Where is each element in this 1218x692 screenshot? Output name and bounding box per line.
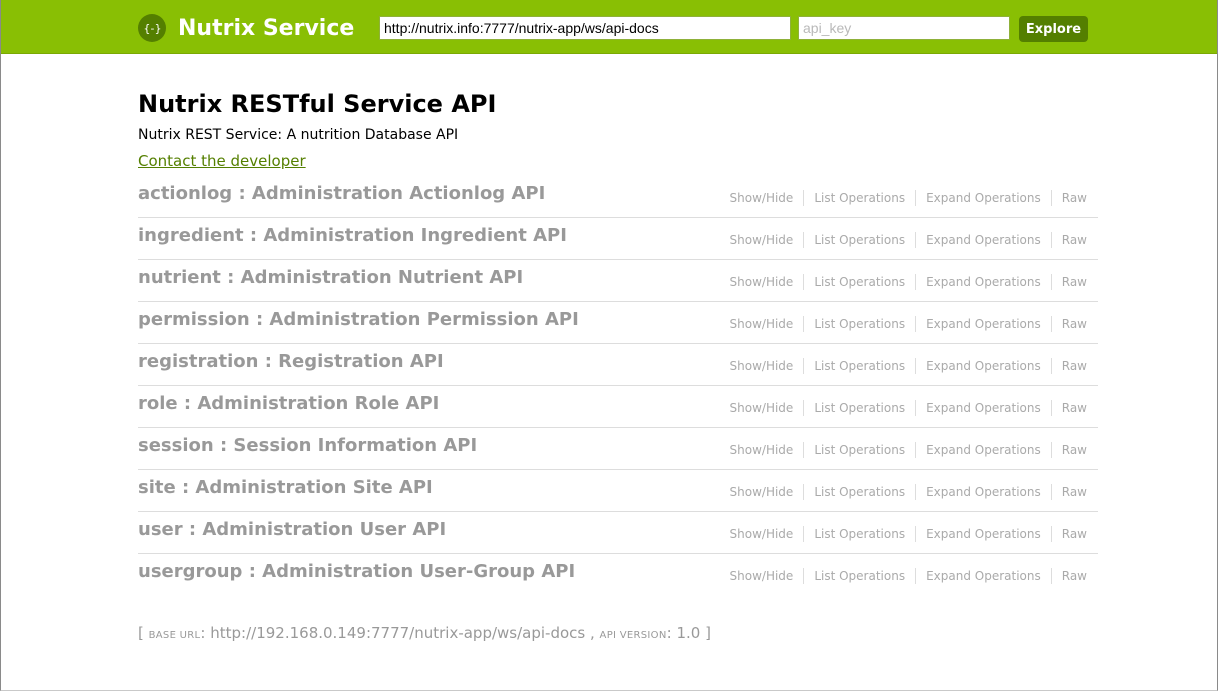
footer-open-bracket: [: [138, 624, 149, 642]
contact-developer-link[interactable]: Contact the developer: [138, 152, 306, 170]
logo-link[interactable]: {-} Nutrix Service: [138, 14, 354, 42]
footer-comma: ,: [585, 624, 600, 642]
api-title: Nutrix RESTful Service API: [138, 90, 497, 118]
base-url-separator: :: [200, 624, 211, 642]
show-hide-link[interactable]: Show/Hide: [720, 274, 805, 290]
expand-operations-link[interactable]: Expand Operations: [916, 232, 1052, 248]
show-hide-link[interactable]: Show/Hide: [720, 316, 805, 332]
resource-name-link[interactable]: registration : Registration API: [138, 351, 444, 372]
footer-info: [ base url: http://192.168.0.149:7777/nu…: [138, 624, 711, 642]
resource-name-link[interactable]: session : Session Information API: [138, 435, 477, 456]
footer-close-bracket: ]: [700, 624, 711, 642]
resource-row: actionlog : Administration Actionlog API…: [138, 176, 1098, 218]
resource-name-link[interactable]: nutrient : Administration Nutrient API: [138, 267, 523, 288]
show-hide-link[interactable]: Show/Hide: [720, 568, 805, 584]
resource-name-link[interactable]: permission : Administration Permission A…: [138, 309, 579, 330]
resource-operations: Show/Hide List Operations Expand Operation…: [720, 358, 1098, 374]
resource-row: permission : Administration Permission A…: [138, 302, 1098, 344]
browser-viewport: {-} Nutrix Service Explore Nutrix RESTfu…: [0, 0, 1218, 691]
list-operations-link[interactable]: List Operations: [804, 442, 917, 458]
resource-operations: Show/Hide List Operations Expand Operation…: [720, 442, 1098, 458]
expand-operations-link[interactable]: Expand Operations: [916, 316, 1052, 332]
explore-button[interactable]: Explore: [1019, 16, 1088, 42]
resource-name-link[interactable]: site : Administration Site API: [138, 477, 433, 498]
api-version-separator: :: [666, 624, 677, 642]
expand-operations-link[interactable]: Expand Operations: [916, 400, 1052, 416]
resource-operations: Show/Hide List Operations Expand Operation…: [720, 484, 1098, 500]
show-hide-link[interactable]: Show/Hide: [720, 484, 805, 500]
raw-link[interactable]: Raw: [1052, 568, 1098, 584]
resource-operations: Show/Hide List Operations Expand Operation…: [720, 190, 1098, 206]
resource-row: session : Session Information API Show/Hi…: [138, 428, 1098, 470]
raw-link[interactable]: Raw: [1052, 358, 1098, 374]
raw-link[interactable]: Raw: [1052, 484, 1098, 500]
header-bar: {-} Nutrix Service Explore: [1, 0, 1217, 54]
show-hide-link[interactable]: Show/Hide: [720, 232, 805, 248]
resource-name-link[interactable]: usergroup : Administration User-Group AP…: [138, 561, 575, 582]
expand-operations-link[interactable]: Expand Operations: [916, 442, 1052, 458]
resource-operations: Show/Hide List Operations Expand Operation…: [720, 400, 1098, 416]
resource-operations: Show/Hide List Operations Expand Operation…: [720, 526, 1098, 542]
list-operations-link[interactable]: List Operations: [804, 316, 917, 332]
show-hide-link[interactable]: Show/Hide: [720, 190, 805, 206]
logo-title: Nutrix Service: [178, 15, 355, 41]
resource-row: role : Administration Role API Show/Hide L…: [138, 386, 1098, 428]
list-operations-link[interactable]: List Operations: [804, 358, 917, 374]
list-operations-link[interactable]: List Operations: [804, 400, 917, 416]
resource-name-link[interactable]: ingredient : Administration Ingredient A…: [138, 225, 567, 246]
api-url-input[interactable]: [379, 16, 791, 40]
show-hide-link[interactable]: Show/Hide: [720, 358, 805, 374]
resource-operations: Show/Hide List Operations Expand Operation…: [720, 274, 1098, 290]
api-key-input[interactable]: [798, 16, 1010, 40]
resource-row: ingredient : Administration Ingredient A…: [138, 218, 1098, 260]
expand-operations-link[interactable]: Expand Operations: [916, 274, 1052, 290]
base-url-value: http://192.168.0.149:7777/nutrix-app/ws/…: [210, 624, 586, 642]
resource-row: nutrient : Administration Nutrient API Sh…: [138, 260, 1098, 302]
list-operations-link[interactable]: List Operations: [804, 484, 917, 500]
resource-name-link[interactable]: role : Administration Role API: [138, 393, 439, 414]
resource-row: registration : Registration API Show/Hide…: [138, 344, 1098, 386]
resource-row: user : Administration User API Show/Hide L…: [138, 512, 1098, 554]
expand-operations-link[interactable]: Expand Operations: [916, 190, 1052, 206]
show-hide-link[interactable]: Show/Hide: [720, 442, 805, 458]
resource-operations: Show/Hide List Operations Expand Operation…: [720, 568, 1098, 584]
list-operations-link[interactable]: List Operations: [804, 190, 917, 206]
list-operations-link[interactable]: List Operations: [804, 526, 917, 542]
show-hide-link[interactable]: Show/Hide: [720, 400, 805, 416]
list-operations-link[interactable]: List Operations: [804, 568, 917, 584]
list-operations-link[interactable]: List Operations: [804, 274, 917, 290]
resource-operations: Show/Hide List Operations Expand Operation…: [720, 232, 1098, 248]
raw-link[interactable]: Raw: [1052, 316, 1098, 332]
raw-link[interactable]: Raw: [1052, 274, 1098, 290]
raw-link[interactable]: Raw: [1052, 526, 1098, 542]
list-operations-link[interactable]: List Operations: [804, 232, 917, 248]
resource-name-link[interactable]: actionlog : Administration Actionlog API: [138, 183, 545, 204]
expand-operations-link[interactable]: Expand Operations: [916, 358, 1052, 374]
resource-row: site : Administration Site API Show/Hide L…: [138, 470, 1098, 512]
expand-operations-link[interactable]: Expand Operations: [916, 484, 1052, 500]
resource-row: usergroup : Administration User-Group AP…: [138, 554, 1098, 595]
raw-link[interactable]: Raw: [1052, 400, 1098, 416]
expand-operations-link[interactable]: Expand Operations: [916, 568, 1052, 584]
raw-link[interactable]: Raw: [1052, 232, 1098, 248]
api-version-label: api version: [599, 630, 667, 641]
expand-operations-link[interactable]: Expand Operations: [916, 526, 1052, 542]
base-url-label: base url: [148, 630, 201, 641]
resource-name-link[interactable]: user : Administration User API: [138, 519, 446, 540]
show-hide-link[interactable]: Show/Hide: [720, 526, 805, 542]
raw-link[interactable]: Raw: [1052, 190, 1098, 206]
logo-icon: {-}: [138, 14, 166, 42]
resource-list: actionlog : Administration Actionlog API…: [138, 176, 1098, 595]
api-description: Nutrix REST Service: A nutrition Databas…: [138, 127, 459, 143]
resource-operations: Show/Hide List Operations Expand Operation…: [720, 316, 1098, 332]
api-version-value: 1.0: [676, 624, 701, 642]
raw-link[interactable]: Raw: [1052, 442, 1098, 458]
